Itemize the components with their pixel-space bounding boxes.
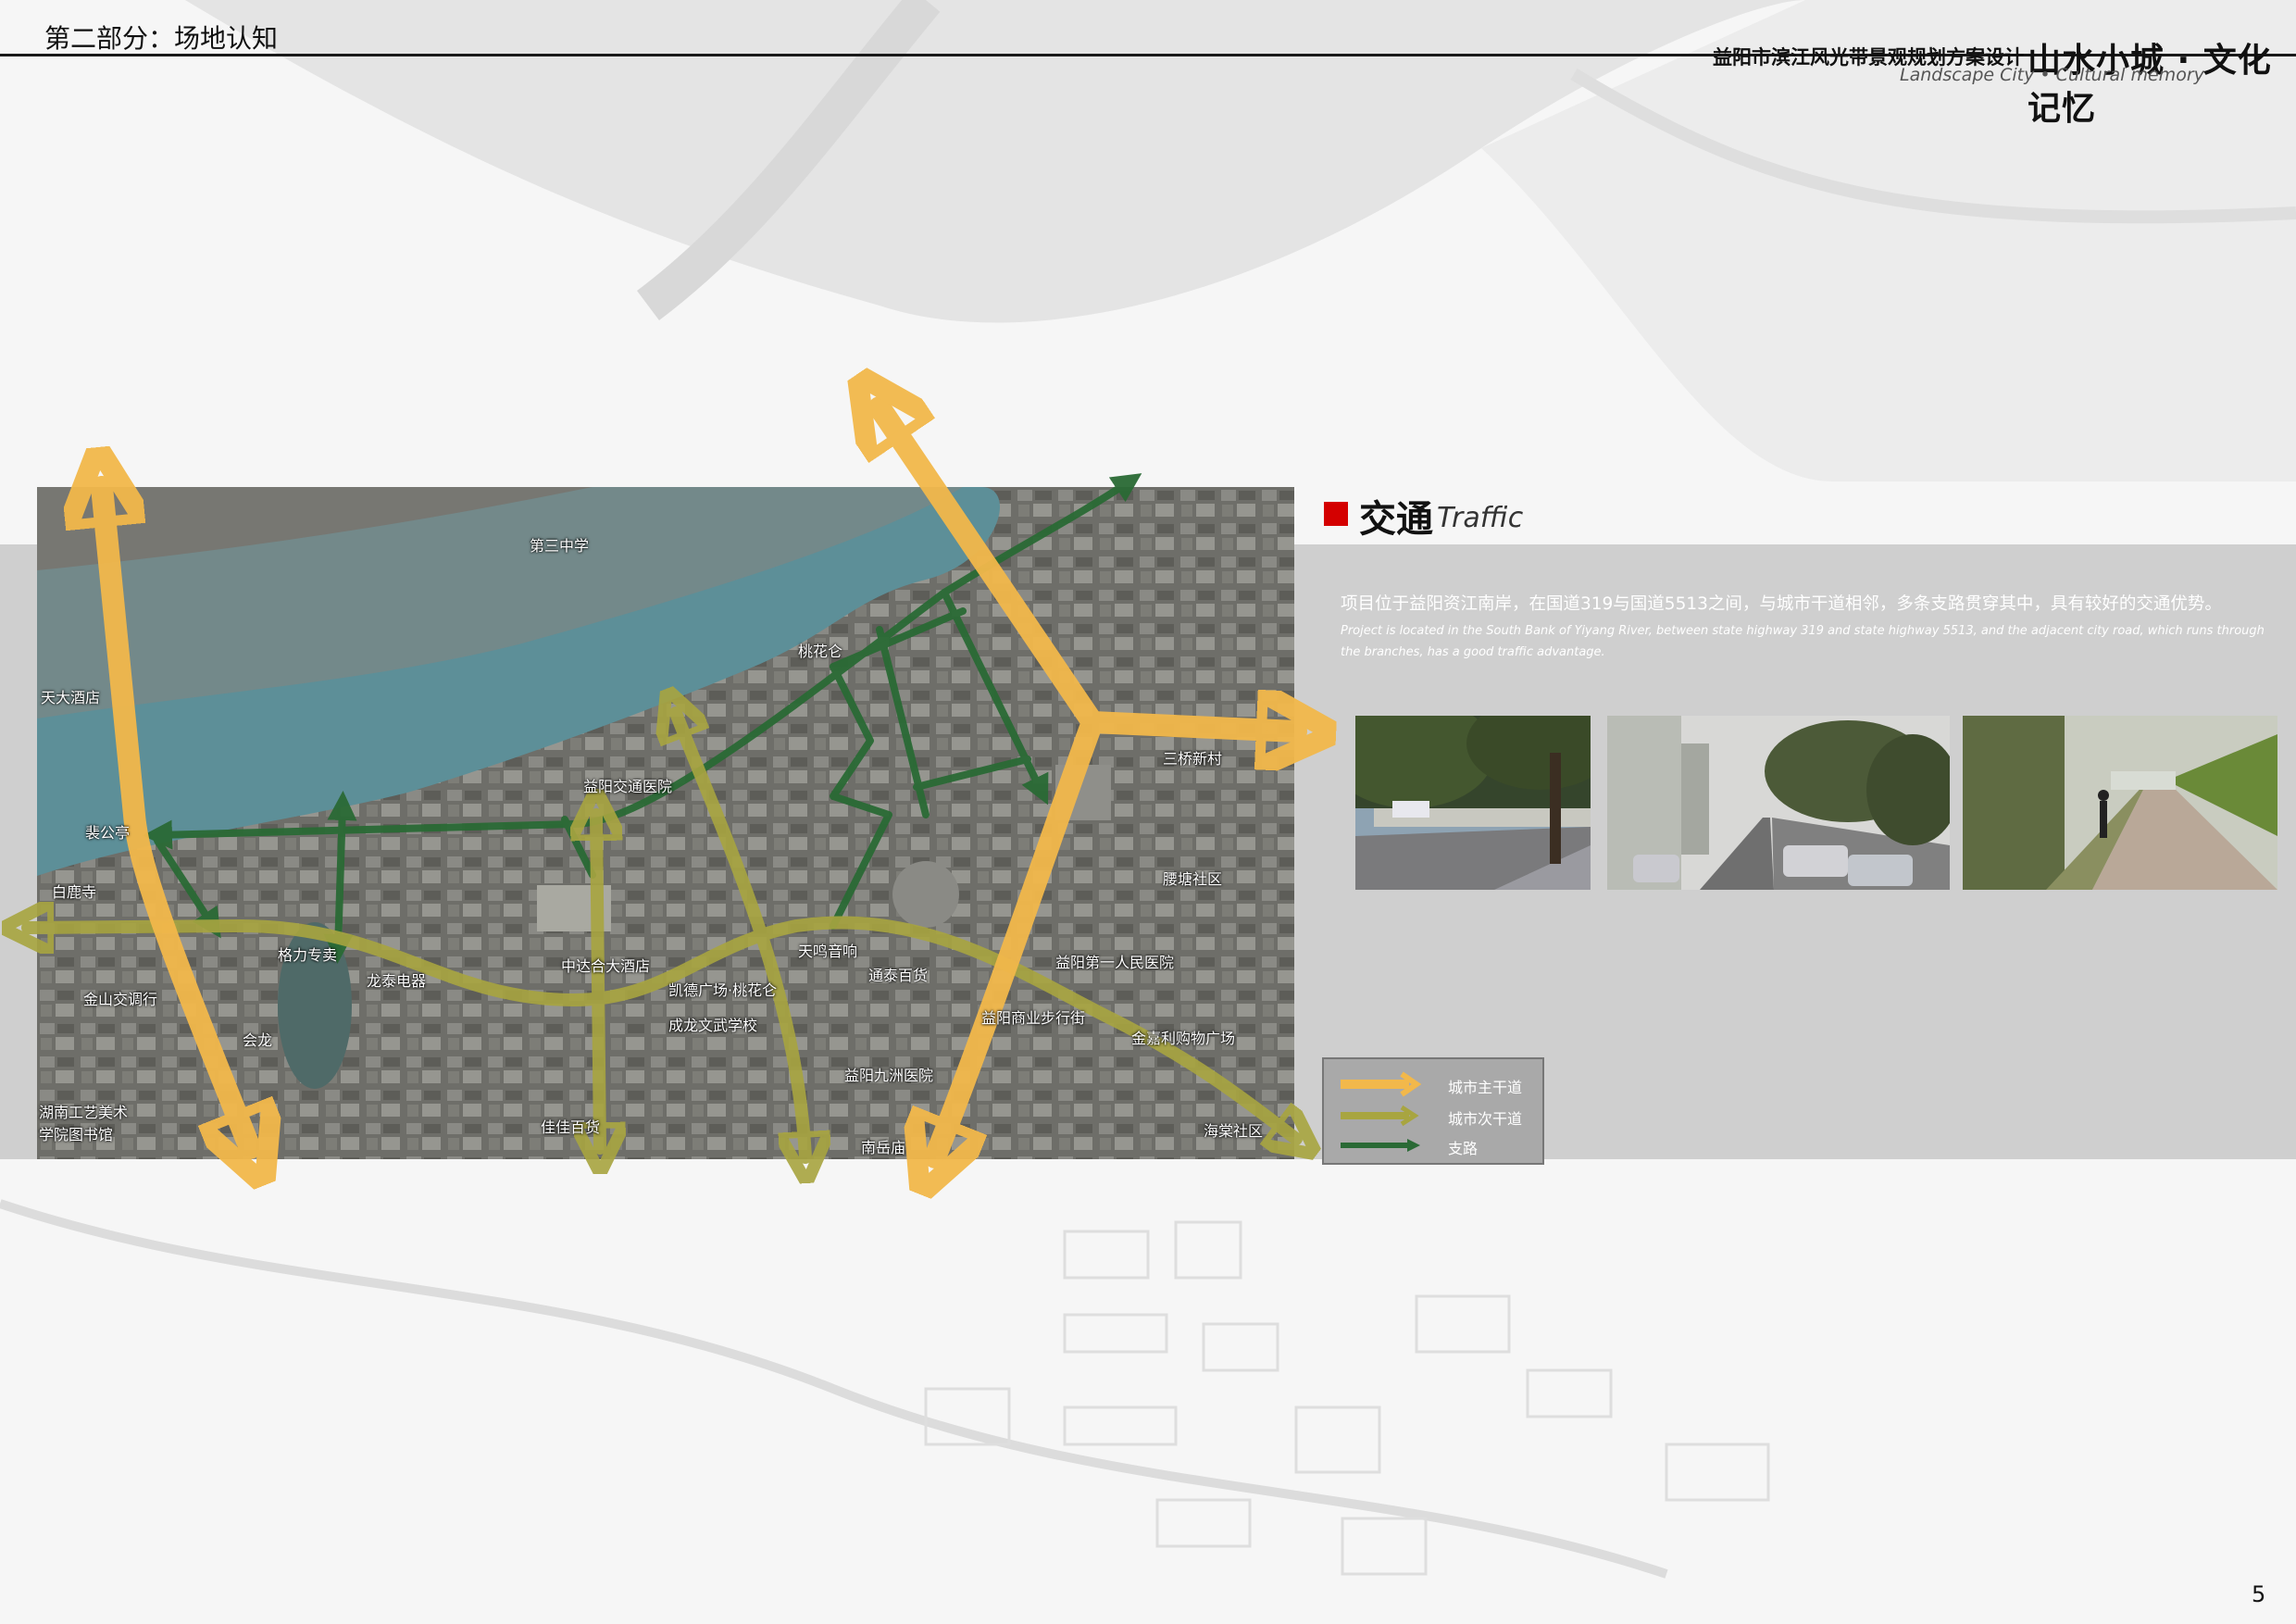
map-label: 金山交调行 [83,991,158,1008]
map-label: 会龙 [243,1031,273,1049]
map-label: 金嘉利购物广场 [1131,1030,1236,1047]
satellite-map[interactable] [37,487,1294,1159]
description-chinese: 项目位于益阳资江南岸，在国道319与国道5513之间，与城市干道相邻，多条支路贯… [1341,594,2222,614]
heading-chinese: 交通 [1359,498,1433,541]
map-label: 天鸣音响 [798,943,858,960]
road-legend: 城市主干道 城市次干道 支路 [1322,1057,1544,1165]
slogan-english: Landscape City • Cultural memory [1900,65,2204,85]
map-label: 益阳商业步行街 [981,1009,1086,1027]
map-label: 南岳庙 [861,1139,906,1156]
legend-label: 城市主干道 [1448,1079,1523,1096]
map-label: 佳佳百货 [541,1118,601,1136]
section-label: 第二部分：场地认知 [44,23,279,54]
legend-item-secondary-road: 城市次干道 [1337,1102,1541,1130]
street-photo-1 [1355,716,1591,890]
heading-english: Traffic [1437,502,1524,534]
legend-item-branch-road: 支路 [1337,1131,1541,1159]
red-marker [1324,502,1348,526]
map-label: 三桥新村 [1163,750,1223,768]
street-photo-2 [1607,716,1950,890]
map-label: 桃花仑 [798,643,843,660]
map-label: 天大酒店 [41,689,101,706]
legend-label: 城市次干道 [1448,1110,1523,1128]
street-photo-3 [1963,716,2277,890]
branch-road-arrow-icon [1341,1139,1420,1152]
map-label: 成龙文武学校 [668,1017,758,1034]
map-label: 龙泰电器 [367,972,427,990]
map-label: 格力专卖 [278,946,338,964]
map-label: 海棠社区 [1204,1122,1264,1140]
map-label: 湖南工艺美术学院图书馆 [39,1104,129,1143]
secondary-road-arrow-icon [1341,1105,1419,1127]
legend-item-main-road: 城市主干道 [1337,1070,1541,1098]
main-road-arrow-icon [1341,1071,1422,1097]
map-label: 益阳第一人民医院 [1055,954,1175,971]
description-english: Project is located in the South Bank of … [1341,624,2265,659]
map-label: 第三中学 [530,537,590,555]
legend-label: 支路 [1448,1140,1479,1157]
map-label: 裴公亭 [85,824,131,842]
map-label: 中达合大酒店 [561,957,651,975]
map-label: 白鹿寺 [52,883,97,901]
page-number: 5 [2252,1581,2266,1607]
map-label: 益阳交通医院 [583,778,673,795]
map-label: 凯德广场·桃花仑 [668,981,778,999]
map-label: 通泰百货 [868,967,929,984]
map-label: 腰塘社区 [1163,870,1223,888]
map-label: 益阳九洲医院 [844,1067,934,1084]
